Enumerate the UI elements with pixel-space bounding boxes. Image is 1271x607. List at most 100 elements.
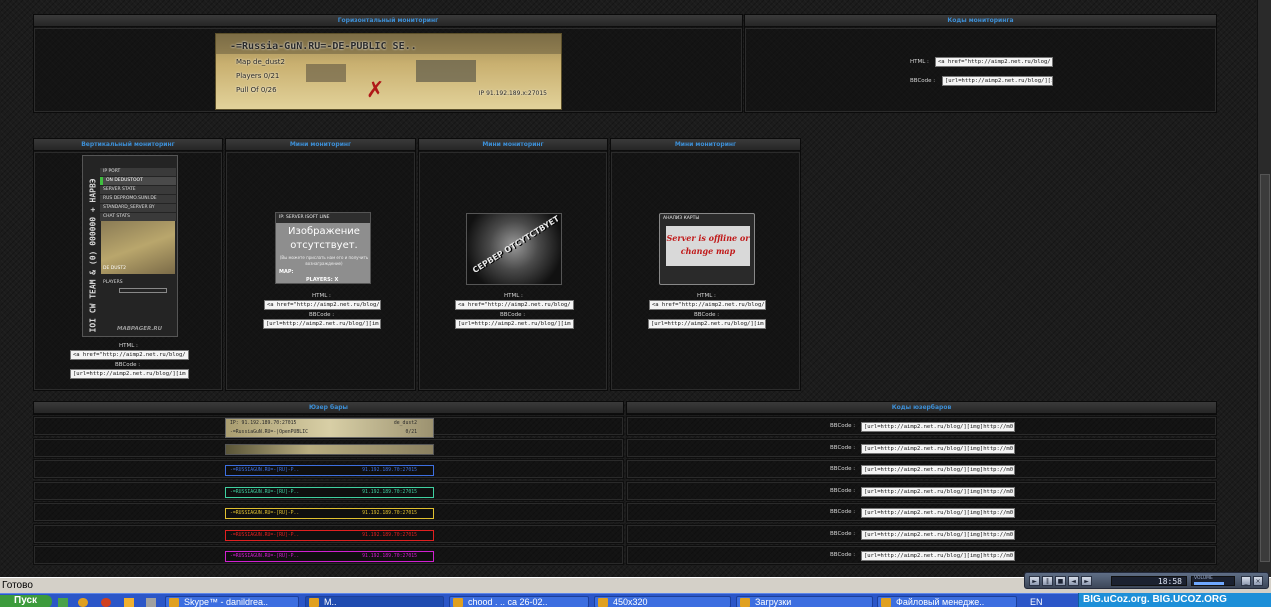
banner-pull: Pull Of 0/26 xyxy=(236,86,277,94)
horizontal-monitor-banner[interactable]: -=Russia-GuN.RU=-DE-PUBLIC SE.. Map de_d… xyxy=(215,33,562,110)
monitoring-codes-panel: Коды мониторинга HTML : <a href="http://… xyxy=(744,14,1217,113)
userbar-image[interactable]: IP: 91.192.189.70:27015 de_dust2 -=RussiaG… xyxy=(225,418,434,438)
userbar-code-row: BBCode : [url=http://aimp2.net.ru/blog/][… xyxy=(626,481,1217,501)
taskbar-item[interactable]: 450x320 xyxy=(594,596,731,607)
userbar-right: de_dust2 xyxy=(393,421,417,426)
mini-monitor-panel-2: Мини мониторинг CEPBEP OTCYTCTBYET HTML … xyxy=(418,138,608,391)
taskbar-item[interactable]: Файловый менедже.. xyxy=(877,596,1017,607)
close-icon[interactable]: × xyxy=(1253,576,1263,586)
horizontal-monitor-panel: Горизонтальный мониторинг -=Russia-GuN.R… xyxy=(33,14,743,113)
pause-icon[interactable]: ‖ xyxy=(1042,576,1053,586)
bbcode-label: BBCode : xyxy=(830,466,856,472)
vertical-row: SERVER STATE xyxy=(100,186,176,194)
mini1-text: Изображение отсутствует. xyxy=(288,226,360,251)
userbar-row: -=RUSSIAGUN.RU=-[RU]-P.. 91.192.189.70:27… xyxy=(33,545,624,565)
banner-map: Map de_dust2 xyxy=(236,58,285,66)
html-code-field[interactable]: <a href="http://aimp2.net.ru/blog/ xyxy=(935,57,1053,67)
quicklaunch-icon[interactable] xyxy=(124,598,134,607)
quicklaunch-icon[interactable] xyxy=(101,598,111,607)
html-code-field[interactable]: <a href="http://aimp2.net.ru/blog/ xyxy=(70,350,189,360)
bbcode-code-field[interactable]: [url=http://aimp2.net.ru/blog/][i xyxy=(942,76,1053,86)
bbcode-label: BBCode : xyxy=(910,78,936,84)
userbar-row xyxy=(33,438,624,458)
panel-title: Коды юзербаров xyxy=(627,402,1216,414)
quicklaunch-icon[interactable] xyxy=(78,598,88,607)
userbar-image[interactable]: -=RUSSIAGUN.RU=-[RU]-P.. 91.192.189.70:27… xyxy=(225,550,434,562)
vertical-scrollbar[interactable] xyxy=(1257,0,1271,577)
bbcode-label: BBCode : xyxy=(694,312,720,318)
userbar-row: -=RUSSIAGUN.RU=-[RU]-P.. 91.192.189.70:27… xyxy=(33,524,624,544)
bbcode-label: BBCode : xyxy=(830,552,856,558)
userbar-image[interactable]: -=RUSSIAGUN.RU=-[RU]-P.. 91.192.189.70:27… xyxy=(225,507,434,519)
mini-monitor-panel-1: Мини мониторинг IP: SERVER ISOFT LINE Из… xyxy=(225,138,416,391)
bbcode-code-field[interactable]: [url=http://aimp2.net.ru/blog/][img]http… xyxy=(861,487,1015,497)
bbcode-code-field[interactable]: [url=http://aimp2.net.ru/blog/][img]http… xyxy=(861,444,1015,454)
userbar-code-row: BBCode : [url=http://aimp2.net.ru/blog/][… xyxy=(626,502,1217,522)
bbcode-code-field[interactable]: [url=http://aimp2.net.ru/blog/][img]http… xyxy=(861,508,1015,518)
vertical-row: ON DEDUSTOOT xyxy=(100,177,176,185)
html-code-field[interactable]: <a href="http://aimp2.net.ru/blog/ xyxy=(455,300,574,310)
prev-icon[interactable]: ◄ xyxy=(1068,576,1079,586)
userbars-panel: Юзер бары xyxy=(33,401,624,415)
vertical-side-text: IOI CW TEAM & (0) 000000 + НАРВЭ xyxy=(88,178,98,333)
volume-slider[interactable]: VOLUME xyxy=(1191,576,1235,586)
start-label: Пуск xyxy=(14,595,38,606)
bbcode-code-field[interactable]: [url=http://aimp2.net.ru/blog/][img]http… xyxy=(861,551,1015,561)
stop-icon[interactable]: ■ xyxy=(1055,576,1066,586)
taskbar-item[interactable]: chood . .. ca 26-02.. xyxy=(449,596,589,607)
html-label: HTML : xyxy=(312,293,331,299)
minimize-icon[interactable]: _ xyxy=(1241,576,1251,586)
html-label: HTML : xyxy=(910,59,929,65)
bbcode-code-field[interactable]: [url=http://aimp2.net.ru/blog/][im xyxy=(455,319,574,329)
bbcode-code-field[interactable]: [url=http://aimp2.net.ru/blog/][im xyxy=(263,319,381,329)
panel-title: Мини мониторинг xyxy=(419,139,607,151)
userbar-image[interactable] xyxy=(225,443,434,455)
language-indicator[interactable]: EN xyxy=(1030,596,1043,607)
play-icon[interactable]: ► xyxy=(1029,576,1040,586)
mini-monitor-image-1[interactable]: IP: SERVER ISOFT LINE Изображение отсутс… xyxy=(275,212,371,284)
scrollbar-thumb[interactable] xyxy=(1260,174,1270,562)
userbar-row: -=RUSSIAGUN.RU=-[RU]-P.. 91.192.189.70:27… xyxy=(33,481,624,501)
bbcode-code-field[interactable]: [url=http://aimp2.net.ru/blog/][im xyxy=(648,319,766,329)
banner-players: Players 0/21 xyxy=(236,72,280,80)
mini-monitor-image-2[interactable]: CEPBEP OTCYTCTBYET xyxy=(466,213,562,285)
bbcode-code-field[interactable]: [url=http://aimp2.net.ru/blog/][img]http… xyxy=(861,530,1015,540)
userbar-right: 91.192.189.70:27015 xyxy=(362,489,417,495)
html-label: HTML : xyxy=(697,293,716,299)
quicklaunch-icon[interactable] xyxy=(146,598,156,607)
userbar-row: -=RUSSIAGUN.RU=-[RU]-P.. 91.192.189.70:27… xyxy=(33,502,624,522)
html-code-field[interactable]: <a href="http://aimp2.net.ru/blog/ xyxy=(649,300,766,310)
bbcode-code-field[interactable]: [url=http://aimp2.net.ru/blog/][img]http… xyxy=(861,465,1015,475)
bbcode-label: BBCode : xyxy=(830,509,856,515)
vertical-row: IP PORT xyxy=(100,168,176,176)
userbar-code-row: BBCode : [url=http://aimp2.net.ru/blog/][… xyxy=(626,524,1217,544)
html-code-field[interactable]: <a href="http://aimp2.net.ru/blog/ xyxy=(264,300,381,310)
banner-title: -=Russia-GuN.RU=-DE-PUBLIC SE.. xyxy=(230,41,417,52)
banner-ip: IP 91.192.189.x:27015 xyxy=(478,90,547,97)
userbar-image[interactable]: -=RUSSIAGUN.RU=-[RU]-P.. 91.192.189.70:27… xyxy=(225,464,434,476)
bbcode-code-field[interactable]: [url=http://aimp2.net.ru/blog/][img]http… xyxy=(861,422,1015,432)
mini-monitor-image-3[interactable]: АНАЛИЗ КАРТЫ Server is offline or change… xyxy=(659,213,755,285)
mini1-map: MAP: xyxy=(279,269,294,275)
vertical-monitor-image[interactable]: IOI CW TEAM & (0) 000000 + НАРВЭ IP PORT… xyxy=(82,155,178,337)
bbcode-label: BBCode : xyxy=(115,362,141,368)
bbcode-label: BBCode : xyxy=(830,445,856,451)
vertical-row: CHAT STATS xyxy=(100,213,176,221)
volume-label: VOLUME xyxy=(1194,576,1213,581)
quicklaunch-icon[interactable] xyxy=(58,598,68,607)
mini2-text: CEPBEP OTCYTCTBYET xyxy=(471,214,561,275)
userbar-left: IP: 91.192.189.70:27015 xyxy=(230,421,297,426)
userbar-line2-right: 0/21 xyxy=(405,430,417,435)
start-button[interactable]: Пуск xyxy=(0,595,52,607)
userbar-image[interactable]: -=RUSSIAGUN.RU=-[RU]-P.. 91.192.189.70:27… xyxy=(225,529,434,541)
bbcode-code-field[interactable]: [url=http://aimp2.net.ru/blog/][im xyxy=(70,369,189,379)
taskbar-item[interactable]: Загрузки xyxy=(736,596,873,607)
userbar-right: 91.192.189.70:27015 xyxy=(362,553,417,559)
next-icon[interactable]: ► xyxy=(1081,576,1092,586)
userbar-image[interactable]: -=RUSSIAGUN.RU=-[RU]-P.. 91.192.189.70:27… xyxy=(225,486,434,498)
taskbar-item[interactable]: M.. xyxy=(305,596,444,607)
userbar-left: -=RUSSIAGUN.RU=-[RU]-P.. xyxy=(230,510,300,516)
taskbar-item[interactable]: Skype™ - danildrea.. xyxy=(165,596,299,607)
vertical-map-label: DE DUST2 xyxy=(103,266,126,271)
userbar-row: IP: 91.192.189.70:27015 de_dust2 -=RussiaG… xyxy=(33,416,624,438)
